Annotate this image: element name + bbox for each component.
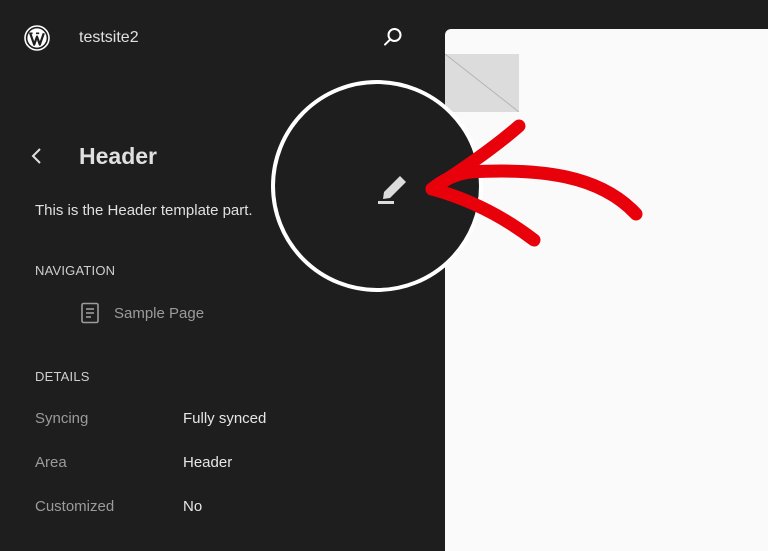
wordpress-logo-icon[interactable] [24,25,50,51]
chevron-left-icon[interactable] [28,145,48,167]
detail-key-syncing: Syncing [35,410,89,427]
site-title[interactable]: testsite2 [79,29,139,47]
navigation-section-label: NAVIGATION [35,263,116,278]
detail-value-syncing: Fully synced [183,410,267,427]
page-title: Header [79,143,157,169]
detail-key-area: Area [35,454,67,471]
detail-key-customized: Customized [35,498,115,515]
navigation-item-sample-page[interactable]: Sample Page [80,302,204,324]
search-icon[interactable] [382,26,404,48]
image-placeholder [445,54,519,112]
detail-value-customized: No [183,498,203,515]
detail-value-area: Header [183,454,233,471]
pencil-icon[interactable] [374,168,412,206]
template-part-description: This is the Header template part. [35,202,253,219]
navigation-item-label: Sample Page [114,304,205,322]
page-icon [81,302,99,324]
details-section-label: DETAILS [35,369,90,384]
